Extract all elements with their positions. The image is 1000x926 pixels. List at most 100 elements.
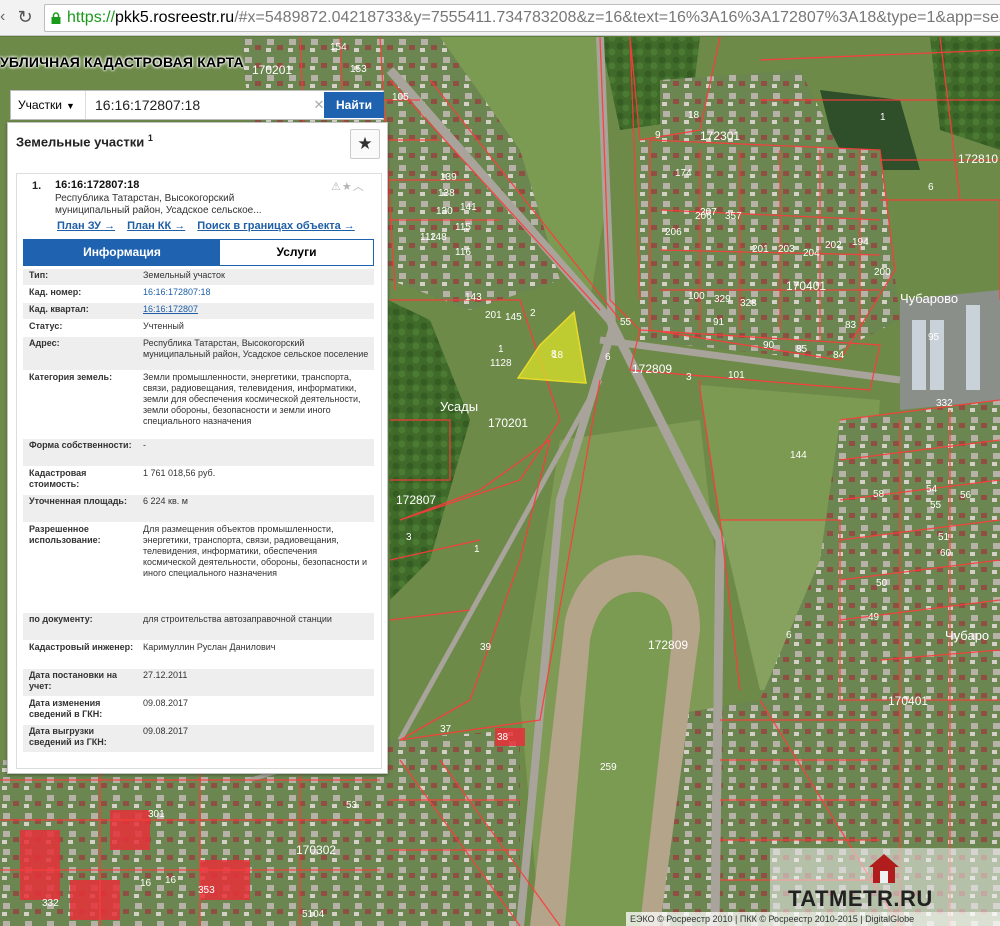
parcel-label[interactable]: 357	[725, 211, 742, 222]
info-value: Учтенный	[143, 321, 184, 331]
parcel-label[interactable]: 329	[714, 294, 731, 305]
parcel-label[interactable]: 201	[752, 244, 769, 255]
parcel-label[interactable]: 38	[497, 732, 509, 743]
parcel-label[interactable]: 6	[928, 182, 934, 193]
parcel-label[interactable]: 49	[868, 612, 880, 623]
parcel-label[interactable]: 201	[485, 310, 502, 321]
parcel-label[interactable]: 259	[600, 762, 617, 773]
info-key: Тип:	[29, 270, 49, 280]
parcel-label[interactable]: 58	[873, 489, 885, 500]
url-path: /#x=5489872.04218733&y=7555411.734783208…	[234, 9, 1000, 26]
map-title: УБЛИЧНАЯ КАДАСТРОВАЯ КАРТА	[0, 54, 244, 70]
parcel-label[interactable]: 84	[833, 350, 845, 361]
search-in-bounds-link[interactable]: Поиск в границах объекта →	[197, 220, 354, 232]
parcel-label[interactable]: 1	[880, 112, 886, 123]
info-value[interactable]: 16:16:172807	[143, 304, 369, 315]
parcel-label[interactable]: 143	[465, 292, 482, 303]
parcel-label[interactable]: 16	[165, 875, 177, 886]
parcel-label[interactable]: 116	[455, 247, 471, 258]
parcel-label[interactable]: 3	[686, 372, 692, 383]
item-links: План ЗУ → План КК → Поиск в границах объек…	[57, 220, 367, 232]
parcel-label[interactable]: 145	[505, 312, 522, 323]
collapse-icon[interactable]: ︿	[353, 181, 365, 193]
parcel-label[interactable]: 202	[825, 240, 842, 251]
panel-heading-text: Земельные участки	[16, 134, 145, 150]
caret-down-icon: ▼	[66, 101, 75, 111]
parcel-label[interactable]: 130	[436, 206, 453, 217]
parcel-label[interactable]: 60	[940, 548, 952, 559]
parcel-label[interactable]: 50	[876, 578, 888, 589]
parcel-label[interactable]: 101	[728, 370, 745, 381]
parcel-label[interactable]: 3	[406, 532, 412, 543]
parcel-label[interactable]: 206	[665, 227, 682, 238]
parcel-label[interactable]: 16	[140, 878, 152, 889]
parcel-label[interactable]: 6	[786, 630, 792, 641]
parcel-label[interactable]: 332	[42, 898, 59, 909]
parcel-label[interactable]: 148	[430, 232, 447, 243]
parcel-label[interactable]: 203	[778, 244, 795, 255]
parcel-label[interactable]: 200	[874, 267, 891, 278]
item-title[interactable]: 16:16:172807:18	[55, 179, 139, 191]
parcel-label[interactable]: 53	[346, 800, 358, 811]
parcel-label[interactable]: 154	[330, 42, 347, 53]
info-key: Статус:	[29, 321, 63, 331]
parcel-label[interactable]: 332	[936, 398, 953, 409]
address-bar[interactable]: https://pkk5.rosreestr.ru/#x=5489872.042…	[44, 4, 1000, 32]
info-row: Кадастровый инженер: Каримуллин Руслан Да…	[23, 641, 374, 669]
parcel-label[interactable]: 194	[852, 237, 869, 248]
plan-kk-link[interactable]: План КК →	[127, 220, 185, 232]
parcel-label[interactable]: 55	[620, 317, 632, 328]
tab-information[interactable]: Информация	[24, 240, 220, 265]
reload-icon[interactable]: ↻	[14, 6, 36, 28]
info-row: Уточненная площадь: 6 224 кв. м	[23, 495, 374, 523]
search-type-dropdown[interactable]: Участки ▼	[11, 91, 86, 119]
plan-zu-link[interactable]: План ЗУ →	[57, 220, 115, 232]
search-input[interactable]: 16:16:172807:18	[95, 91, 313, 119]
parcel-label[interactable]: 54	[926, 484, 938, 495]
parcel-label[interactable]: 85	[796, 344, 808, 355]
tab-services[interactable]: Услуги	[220, 240, 373, 265]
parcel-label[interactable]: 100	[688, 291, 705, 302]
info-row: Статус: Учтенный	[23, 320, 374, 337]
parcel-label[interactable]: 5104	[302, 909, 325, 920]
info-row: Кад. квартал: 16:16:172807	[23, 303, 374, 320]
parcel-label[interactable]: 139	[440, 172, 457, 183]
parcel-label[interactable]: 174	[675, 168, 692, 179]
quarter-label: 170201	[488, 416, 528, 430]
parcel-label[interactable]: 37	[440, 724, 452, 735]
parcel-label[interactable]: 8	[551, 349, 557, 360]
parcel-label[interactable]: 55	[930, 500, 942, 511]
parcel-label[interactable]: 328	[740, 298, 757, 309]
star-icon[interactable]: ★	[350, 129, 380, 159]
parcel-label[interactable]: 204	[803, 248, 820, 259]
parcel-label[interactable]: 90	[763, 340, 775, 351]
search-button[interactable]: Найти	[324, 92, 384, 118]
parcel-label[interactable]: 353	[198, 885, 215, 896]
parcel-label[interactable]: 1	[474, 544, 480, 555]
parcel-label[interactable]: 6	[605, 352, 611, 363]
parcel-label[interactable]: 105	[392, 92, 409, 103]
quarter-label: 172301	[700, 129, 740, 143]
parcel-label[interactable]: 141	[460, 202, 477, 213]
parcel-label[interactable]: 91	[713, 317, 725, 328]
parcel-label[interactable]: 39	[480, 642, 492, 653]
parcel-label[interactable]: 18	[688, 110, 700, 121]
star-icon[interactable]: ★	[342, 181, 353, 193]
parcel-label[interactable]: 95	[928, 332, 940, 343]
parcel-label[interactable]: 153	[350, 64, 367, 75]
back-arrow-icon[interactable]: ‹	[0, 6, 10, 28]
parcel-label[interactable]: 56	[960, 490, 972, 501]
parcel-label[interactable]: 115	[455, 222, 471, 233]
parcel-label[interactable]: 206	[695, 211, 712, 222]
parcel-label[interactable]: 144	[790, 450, 807, 461]
parcel-label[interactable]: 301	[148, 809, 165, 820]
parcel-label[interactable]: 51	[938, 532, 950, 543]
parcel-label[interactable]: 1128	[490, 358, 512, 369]
parcel-label[interactable]: 9	[655, 130, 661, 141]
parcel-label[interactable]: 1	[498, 344, 504, 355]
attribution: ЕЭКО © Росреестр 2010 | ПКК © Росреестр …	[626, 912, 1000, 926]
parcel-label[interactable]: 83	[845, 320, 857, 331]
parcel-label[interactable]: 2	[530, 308, 536, 319]
parcel-label[interactable]: 138	[438, 188, 455, 199]
warning-icon[interactable]: ⚠	[331, 181, 342, 193]
